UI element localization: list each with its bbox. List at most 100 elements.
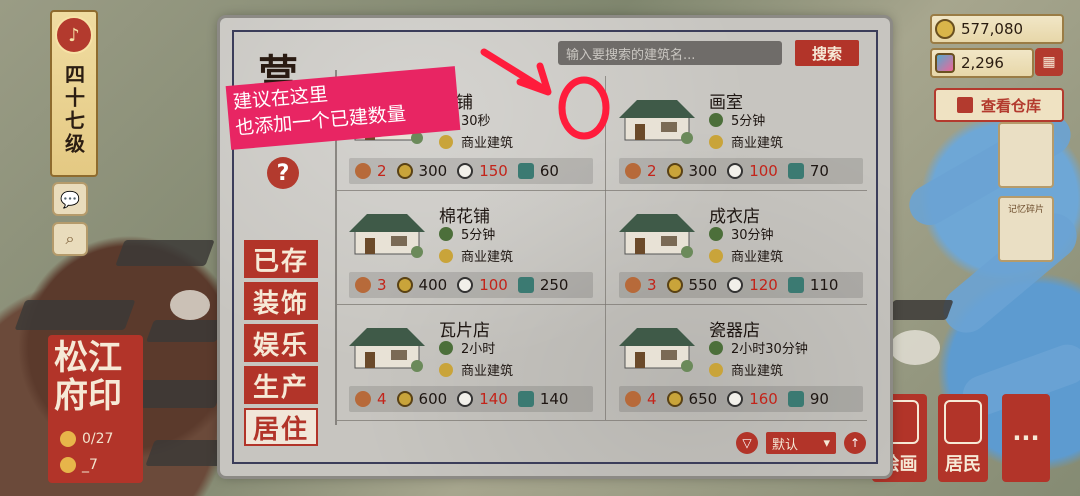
memory-fragment-card[interactable]: 记忆碎片: [998, 196, 1054, 262]
building-type: 商业建筑: [461, 250, 514, 265]
material-cost: 70: [809, 162, 829, 180]
building-card[interactable]: 瓷器店 2小时30分钟 商业建筑 4 650 160 90: [607, 306, 869, 418]
material-cost: 110: [809, 276, 839, 294]
shop-type-icon: [709, 248, 723, 263]
building-type: 商业建筑: [731, 136, 784, 151]
worker-cost: 3: [647, 276, 657, 294]
view-warehouse-button[interactable]: 查看仓库: [934, 88, 1064, 122]
tab-saved[interactable]: 已存: [244, 240, 318, 278]
building-type: 商业建筑: [461, 364, 514, 379]
coin-cost: 300: [688, 162, 718, 180]
tab-entertainment[interactable]: 娱乐: [244, 324, 318, 362]
bowl-cost: 100: [479, 276, 508, 294]
smile-icon: [60, 457, 76, 473]
building-cost: 3 400 100 250: [349, 272, 593, 298]
shop-icon[interactable]: ▦: [1035, 48, 1063, 76]
scroll-icon: [787, 163, 804, 179]
tile-icon: [517, 391, 534, 407]
worker-cost: 3: [377, 276, 387, 294]
building-card[interactable]: 成衣店 30分钟 商业建筑 3 550 120 110: [607, 192, 869, 304]
building-type: 商业建筑: [731, 250, 784, 265]
worker-cost: 4: [377, 390, 387, 408]
divider: [337, 420, 867, 421]
player-level-badge[interactable]: ♪ 四十七级: [50, 10, 98, 177]
shop-type-icon: [439, 362, 453, 377]
build-time: 5分钟: [461, 228, 496, 243]
timer-icon: [709, 226, 723, 241]
material-cost: 250: [539, 276, 569, 294]
help-button[interactable]: ?: [267, 157, 299, 189]
tab-production[interactable]: 生产: [244, 366, 318, 404]
warehouse-label: 查看仓库: [980, 96, 1041, 115]
building-cost: 2 300 150 60: [349, 158, 593, 184]
gem-counter: 2,296: [930, 48, 1034, 78]
warehouse-icon: [956, 97, 973, 113]
happiness-count: _7: [82, 457, 98, 473]
gem-value: 2,296: [961, 54, 1004, 72]
arrow-up-icon[interactable]: ↑: [844, 432, 866, 454]
building-cost: 4 600 140 140: [349, 386, 593, 412]
worker-cost: 4: [647, 390, 657, 408]
coin-icon: [935, 19, 955, 39]
shop-type-icon: [709, 134, 723, 149]
filter-icon[interactable]: ▽: [736, 432, 758, 454]
population-count: 0/27: [82, 431, 114, 447]
sort-label: 默认: [772, 437, 799, 453]
bowl-icon: [457, 391, 474, 407]
search-button[interactable]: 搜索: [795, 40, 859, 66]
building-illustration-icon: [349, 214, 425, 258]
build-time: 5分钟: [731, 114, 766, 129]
build-time: 2小时30分钟: [731, 342, 808, 357]
building-illustration-icon: [619, 214, 695, 258]
building-illustration-icon: [619, 328, 695, 372]
tab-decoration[interactable]: 装饰: [244, 282, 318, 320]
building-illustration-icon: [349, 328, 425, 372]
more-label: ···: [1012, 424, 1040, 452]
build-time: 2小时: [461, 342, 496, 357]
more-button[interactable]: ···: [1002, 394, 1050, 482]
bowl-cost: 150: [479, 162, 508, 180]
sort-bar: ▽ 默认 ▾ ↑: [736, 432, 866, 454]
task-card[interactable]: [998, 122, 1054, 188]
worker-icon: [355, 391, 371, 407]
worker-icon: [625, 163, 641, 179]
chat-icon[interactable]: 💬: [52, 182, 88, 216]
vase-icon: [787, 391, 804, 407]
coin-icon: [396, 163, 413, 179]
residents-button[interactable]: 居民: [938, 394, 988, 482]
worker-icon: [625, 277, 641, 293]
caret-down-icon: ▾: [823, 435, 830, 451]
building-card[interactable]: 画室 5分钟 商业建筑 2 300 100 70: [607, 78, 869, 190]
building-card[interactable]: 瓦片店 2小时 商业建筑 4 600 140 140: [337, 306, 599, 418]
bowl-cost: 160: [749, 390, 778, 408]
shop-type-icon: [709, 362, 723, 377]
coin-cost: 550: [688, 276, 718, 294]
resident-icon: [944, 400, 982, 444]
coin-cost: 400: [418, 276, 448, 294]
cotton-icon: [517, 277, 534, 293]
coin-cost: 650: [688, 390, 718, 408]
bowl-cost: 100: [749, 162, 778, 180]
shop-type-icon: [439, 248, 453, 263]
city-seal-panel[interactable]: 松江府印 0/27 _7: [48, 335, 143, 483]
building-cost: 4 650 160 90: [619, 386, 863, 412]
worker-cost: 2: [377, 162, 387, 180]
tab-residence[interactable]: 居住: [244, 408, 318, 446]
divider: [337, 190, 867, 191]
sort-select[interactable]: 默认 ▾: [766, 432, 836, 454]
building-cost: 2 300 100 70: [619, 158, 863, 184]
coin-icon: [396, 391, 413, 407]
build-time: 30分钟: [731, 228, 774, 243]
divider: [337, 304, 867, 305]
worker-cost: 2: [647, 162, 657, 180]
level-text: 四十七级: [61, 64, 86, 156]
building-card[interactable]: 棉花铺 5分钟 商业建筑 3 400 100 250: [337, 192, 599, 304]
bowl-cost: 140: [479, 390, 508, 408]
worker-icon: [355, 163, 371, 179]
residents-label: 居民: [945, 454, 981, 475]
gem-icon: [935, 53, 955, 73]
material-cost: 140: [539, 390, 569, 408]
bowl-cost: 120: [749, 276, 778, 294]
magnify-icon[interactable]: ⌕: [52, 222, 88, 256]
material-cost: 60: [539, 162, 559, 180]
